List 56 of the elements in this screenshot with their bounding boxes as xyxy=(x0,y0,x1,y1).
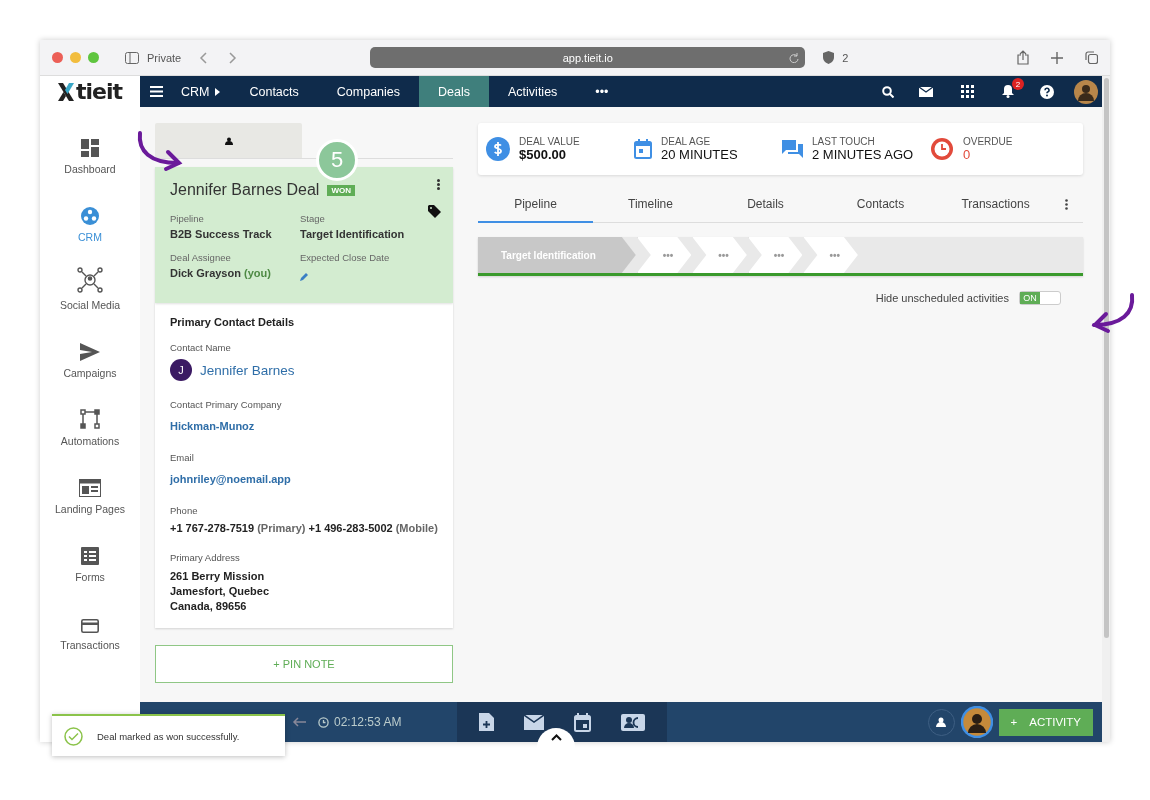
sidebar-item[interactable]: Automations xyxy=(40,395,140,447)
phone-numbers: +1 767-278-7519 (Primary) +1 496-283-5002 (Mobile) xyxy=(170,522,438,534)
field-label: Contact Primary Company xyxy=(170,399,283,410)
stat-value: 2 MINUTES AGO xyxy=(812,147,914,162)
field-label: Email xyxy=(170,452,195,463)
stat-label: DEAL AGE xyxy=(661,136,712,147)
field-value: Target Identification xyxy=(300,228,406,240)
field-link[interactable]: Hickman-Munoz xyxy=(170,420,255,432)
field-label: Expected Close Date xyxy=(300,252,391,263)
sidebar-item[interactable]: Landing Pages xyxy=(40,463,140,515)
deal-title: Jennifer Barnes Deal xyxy=(170,181,320,199)
address-bar[interactable]: app.tieit.io xyxy=(370,47,806,68)
field-label: Contact Name xyxy=(170,342,232,353)
toggle-label: Hide unscheduled activities xyxy=(875,292,1009,304)
tab[interactable]: Pipeline xyxy=(478,187,593,223)
sidebar-item[interactable]: Dashboard xyxy=(40,123,140,175)
nav-tab[interactable]: Deals xyxy=(419,76,489,107)
field-label: Pipeline xyxy=(170,213,205,224)
nav-tab[interactable]: Activities xyxy=(489,76,577,107)
tab[interactable]: Timeline xyxy=(593,187,708,223)
address-text: 261 Berry Mission Jamesfort, Quebec Canada, 89656 xyxy=(170,569,271,614)
sidebar-item[interactable]: Social Media xyxy=(40,259,140,311)
stat-value: $500.00 xyxy=(519,147,567,162)
contact-avatar: J xyxy=(170,359,192,381)
sidebar-item[interactable]: CRM xyxy=(40,191,140,243)
timer-text: 02:12:53 AM xyxy=(334,715,402,729)
stat-label: OVERDUE xyxy=(963,136,1013,147)
field-value: B2B Success Track xyxy=(170,228,273,240)
stat-value: 0 xyxy=(963,147,972,162)
tab[interactable]: Contacts xyxy=(823,187,938,223)
nav-tab[interactable]: Contacts xyxy=(230,76,318,107)
more-menu[interactable]: ••• xyxy=(576,76,628,107)
logo-text: tieit xyxy=(75,79,122,104)
tab[interactable]: Transactions xyxy=(938,187,1053,223)
tab[interactable]: Details xyxy=(708,187,823,223)
sidebar-item[interactable]: Campaigns xyxy=(40,327,140,379)
stat-label: LAST TOUCH xyxy=(812,136,876,147)
notification-badge: 2 xyxy=(1012,78,1024,90)
sidebar-item[interactable]: Forms xyxy=(40,531,140,583)
tracker-count: 2 xyxy=(842,51,849,64)
stat-label: DEAL VALUE xyxy=(519,136,580,147)
field-label: Deal Assignee xyxy=(170,252,232,263)
status-badge: WON xyxy=(327,184,355,196)
field-label: Stage xyxy=(300,213,326,224)
private-label: Private xyxy=(147,51,182,64)
toast-message: Deal marked as won successfully. xyxy=(97,730,240,742)
section-heading: Primary Contact Details xyxy=(170,316,296,328)
field-label: Phone xyxy=(170,505,199,516)
field-value: Dick Grayson (you) xyxy=(170,267,272,279)
stat-value: 20 MINUTES xyxy=(661,147,738,162)
field-link[interactable]: johnriley@noemail.app xyxy=(170,473,291,485)
field-label: Primary Address xyxy=(170,552,241,563)
nav-tab[interactable]: Companies xyxy=(317,76,420,107)
contact-link[interactable]: Jennifer Barnes xyxy=(200,362,295,378)
crm-menu[interactable]: CRM xyxy=(173,76,231,107)
sidebar-item[interactable]: Transactions xyxy=(40,599,140,651)
